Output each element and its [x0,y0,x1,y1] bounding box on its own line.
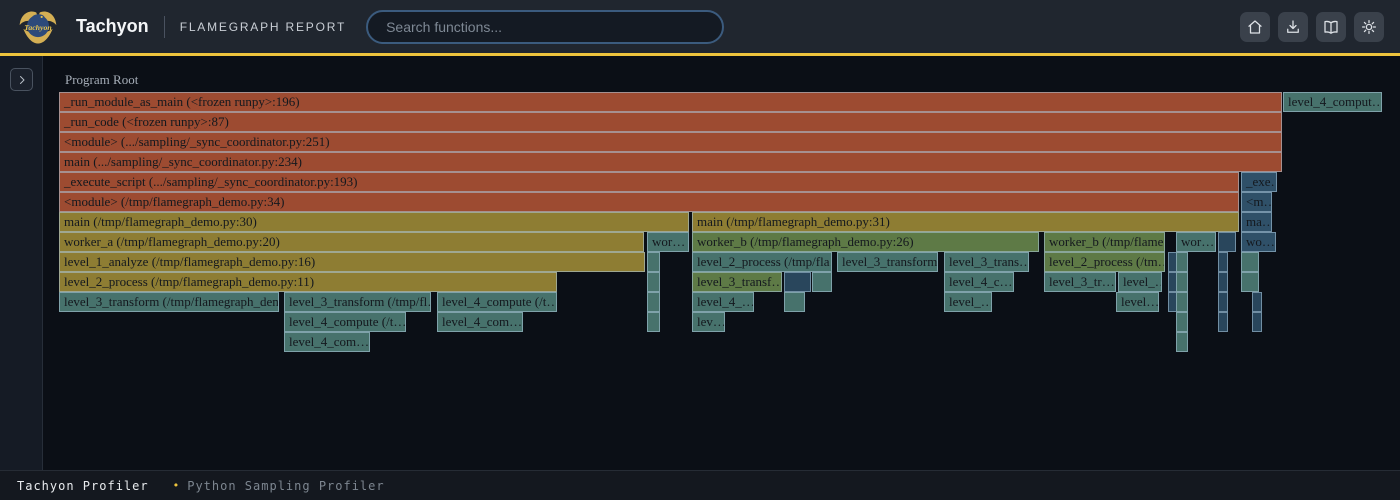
flame-frame-block[interactable] [1218,272,1228,292]
flame-frame[interactable]: level_2_process (/tm… [1044,252,1165,272]
flame-frame[interactable]: level_4_com… [437,312,523,332]
status-bar: Tachyon Profiler • Python Sampling Profi… [0,470,1400,500]
flame-frame-block[interactable] [1218,252,1228,272]
flame-frame[interactable]: level_… [1118,272,1162,292]
flame-frame-block[interactable] [784,292,805,312]
flame-frame-block[interactable] [647,292,660,312]
flame-frame-block[interactable] [812,272,832,292]
flame-frame[interactable]: main (.../sampling/_sync_coordinator.py:… [59,152,1282,172]
flame-frame[interactable]: level_3_transform… [837,252,938,272]
flame-frame[interactable]: level_4_compute (/t… [284,312,406,332]
flame-frame-block[interactable] [1218,232,1236,252]
flame-frame[interactable]: level_4_… [692,292,754,312]
flame-frame[interactable]: wor… [1176,232,1216,252]
flame-frame-block[interactable] [1176,312,1188,332]
docs-button[interactable] [1316,12,1346,42]
sidebar-toggle-button[interactable] [10,68,33,91]
flame-frame[interactable]: ma… [1241,212,1272,232]
flame-frame[interactable]: wor… [647,232,689,252]
flame-frame-block[interactable] [1176,272,1188,292]
flame-frame[interactable]: level… [1116,292,1159,312]
flame-frame-block[interactable] [1218,292,1228,312]
download-button[interactable] [1278,12,1308,42]
flame-frame-block[interactable] [647,272,660,292]
flame-frame[interactable]: level_4_comput… [1283,92,1382,112]
flame-frame[interactable]: _execute_script (.../sampling/_sync_coor… [59,172,1239,192]
flame-frame[interactable]: <module> (.../sampling/_sync_coordinator… [59,132,1282,152]
flame-frame[interactable]: _run_code (<frozen runpy>:87) [59,112,1282,132]
flame-frame-block[interactable] [647,252,660,272]
app-window: Tachyon Tachyon FLAMEGRAPH REPORT [0,0,1400,500]
app-title: Tachyon [76,16,149,37]
flame-frame[interactable]: main (/tmp/flamegraph_demo.py:30) [59,212,689,232]
flame-frame-block[interactable] [647,312,660,332]
flame-frame[interactable]: <module> (/tmp/flamegraph_demo.py:34) [59,192,1239,212]
flame-frame[interactable]: wo… [1241,232,1276,252]
flame-frame-block[interactable] [1176,292,1188,312]
download-icon [1284,18,1302,36]
flame-frame[interactable]: level_4_com… [284,332,370,352]
flame-frame[interactable]: level_4_compute (/t… [437,292,557,312]
flame-frame[interactable]: _run_module_as_main (<frozen runpy>:196) [59,92,1282,112]
flame-frame[interactable]: level_2_process (/tmp/fla… [692,252,832,272]
flame-frame[interactable]: worker_b (/tmp/flamegraph_demo.py:26) [692,232,1039,252]
flame-frame-block[interactable] [1176,252,1188,272]
chevron-right-icon [16,74,28,86]
flamegraph[interactable]: Program Root _run_module_as_main (<froze… [43,56,1400,470]
flame-root-label: Program Root [65,72,138,88]
flame-frame[interactable]: level_3_trans… [944,252,1029,272]
flame-frame[interactable]: level_3_transf… [692,272,782,292]
flame-frame[interactable]: level_3_tr… [1044,272,1116,292]
theme-toggle-button[interactable] [1354,12,1384,42]
header-divider [164,16,165,38]
home-icon [1246,18,1264,36]
flame-frame-block[interactable] [1241,252,1259,272]
flame-frame[interactable]: lev… [692,312,725,332]
tachyon-logo: Tachyon [16,5,60,49]
flame-frame[interactable]: level_3_transform (/tmp/fl… [284,292,431,312]
flame-frame[interactable]: level_3_transform (/tmp/flamegraph_dem… [59,292,279,312]
flame-frame[interactable]: worker_b (/tmp/flame… [1044,232,1165,252]
main-body: Program Root _run_module_as_main (<froze… [0,56,1400,470]
flame-frame[interactable]: <m… [1241,192,1272,212]
flame-frame-block[interactable] [1176,332,1188,352]
flame-frame[interactable]: level_4_c… [944,272,1014,292]
flame-frame-block[interactable] [1252,312,1262,332]
flame-frame[interactable]: main (/tmp/flamegraph_demo.py:31) [692,212,1239,232]
sidebar [0,56,43,470]
flame-frame-block[interactable] [1241,272,1259,292]
flame-frame[interactable]: _exe… [1241,172,1277,192]
flame-frame[interactable]: level_… [944,292,992,312]
svg-text:Tachyon: Tachyon [24,22,51,31]
book-icon [1322,18,1340,36]
search-input[interactable] [366,10,724,44]
header: Tachyon Tachyon FLAMEGRAPH REPORT [0,0,1400,56]
home-button[interactable] [1240,12,1270,42]
report-type-label: FLAMEGRAPH REPORT [180,20,346,34]
flame-frame[interactable]: level_1_analyze (/tmp/flamegraph_demo.py… [59,252,645,272]
flame-frame-block[interactable] [1218,312,1228,332]
flame-frame[interactable]: level_2_process (/tmp/flamegraph_demo.py… [59,272,557,292]
footer-subtitle: Python Sampling Profiler [187,479,384,493]
flame-frame-block[interactable] [1252,292,1262,312]
footer-bullet-icon: • [173,479,180,492]
brightness-icon [1360,18,1378,36]
flame-frame[interactable]: worker_a (/tmp/flamegraph_demo.py:20) [59,232,644,252]
flame-frame-block[interactable] [784,272,811,292]
footer-app-name: Tachyon Profiler [17,479,149,493]
